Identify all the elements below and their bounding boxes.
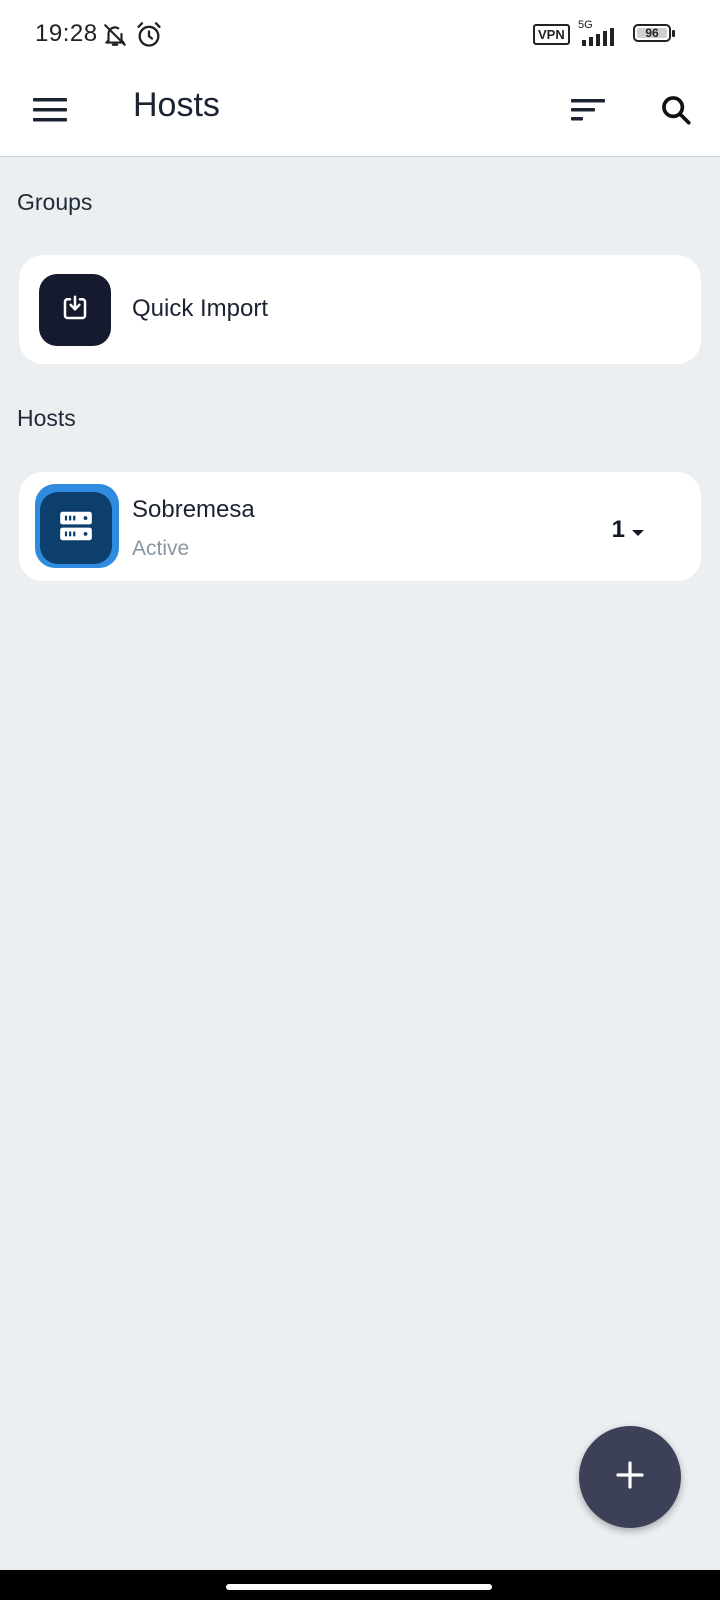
host-count: 1: [611, 516, 625, 543]
signal-icon: [578, 28, 622, 48]
host-name: Sobremesa: [132, 496, 255, 523]
host-avatar: [35, 484, 119, 568]
vpn-icon: VPN: [533, 24, 570, 45]
host-item-sobremesa[interactable]: Sobremesa Active 1: [19, 472, 701, 581]
search-icon: [659, 93, 693, 132]
host-avatar-tile: [40, 492, 112, 564]
import-icon: [60, 293, 90, 328]
status-time: 19:28: [35, 20, 98, 47]
quick-import-label: Quick Import: [132, 295, 269, 322]
menu-icon: [33, 96, 69, 129]
app-bar: Hosts: [0, 68, 720, 157]
alarm-icon: [135, 21, 163, 49]
battery-level: 96: [645, 26, 659, 40]
quick-import-tile: [39, 274, 111, 346]
battery-icon: 96: [633, 24, 675, 42]
search-button[interactable]: [648, 84, 704, 140]
battery-tip: [672, 30, 675, 37]
groups-heading: Groups: [17, 189, 93, 215]
host-status: Active: [132, 537, 190, 560]
group-item-quick-import[interactable]: Quick Import: [19, 255, 701, 364]
vpn-label: VPN: [538, 27, 565, 42]
bell-off-icon: [102, 22, 128, 48]
system-nav-bar: [0, 1570, 720, 1600]
sort-icon: [570, 96, 606, 129]
sort-button[interactable]: [560, 84, 616, 140]
chevron-down-icon: [631, 516, 645, 544]
home-gesture-handle[interactable]: [226, 1584, 492, 1590]
host-count-dropdown[interactable]: 1: [612, 516, 645, 544]
add-host-button[interactable]: [579, 1426, 681, 1528]
server-icon: [57, 507, 95, 550]
plus-icon: [614, 1459, 646, 1496]
hosts-heading: Hosts: [17, 405, 76, 431]
page-title: Hosts: [133, 86, 220, 124]
menu-button[interactable]: [23, 84, 79, 140]
status-bar: 19:28 VPN 5G 96: [0, 0, 720, 68]
